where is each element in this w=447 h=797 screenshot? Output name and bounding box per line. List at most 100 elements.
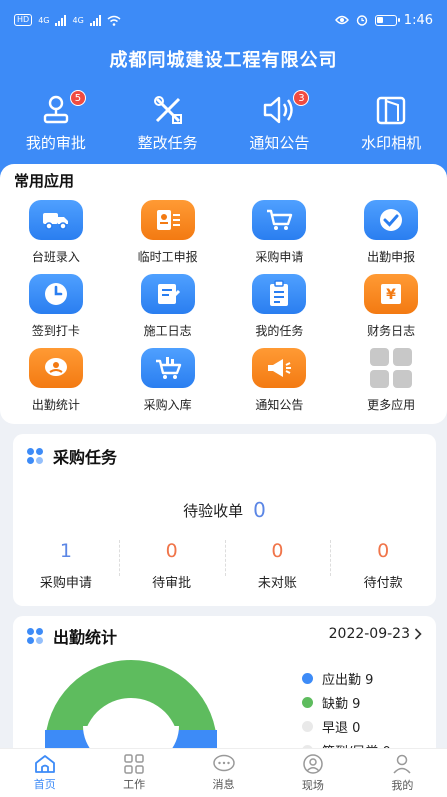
purchase-tasks-title: 采购任务	[53, 448, 118, 467]
signal-label-1: 4G	[38, 15, 50, 25]
signal-label-2: 4G	[72, 15, 84, 25]
legend-dot	[302, 672, 313, 684]
app-label: 出勤申报	[367, 250, 416, 264]
app-temp-worker[interactable]: 临时工申报	[112, 200, 224, 274]
megaphone-icon	[252, 348, 307, 388]
purchase-tasks-header: 采购任务	[27, 444, 117, 468]
app-notice[interactable]: 通知公告	[224, 348, 336, 422]
app-label: 采购入库	[143, 398, 192, 412]
app-purchase-request[interactable]: 采购申请	[224, 200, 336, 274]
app-label: 采购申请	[255, 250, 304, 264]
tab-label: 首页	[33, 778, 56, 791]
app-construction-log[interactable]: 施工日志	[112, 274, 224, 348]
clock-icon	[28, 274, 83, 314]
pending-value: 0	[253, 498, 266, 522]
quick-action-notice[interactable]: 3 通知公告	[224, 90, 336, 153]
attendance-title: 出勤统计	[53, 628, 118, 647]
grid-icon	[124, 754, 144, 774]
apps-grid: 台班录入 临时工申报 采购申请 出勤申报 签到打卡 施工日志 我的任务 ¥ 财务…	[0, 200, 447, 422]
signal-icon-2	[89, 14, 101, 26]
app-more[interactable]: 更多应用	[335, 348, 447, 422]
home-icon	[34, 755, 55, 773]
tab-label: 我的	[391, 779, 414, 792]
common-apps-panel: 常用应用 台班录入 临时工申报 采购申请 出勤申报 签到打卡 施工日志 我的任务…	[0, 164, 447, 424]
quick-action-label: 水印相机	[361, 134, 422, 152]
stat-pending-payment[interactable]: 0 待付款	[330, 540, 436, 591]
task-list-icon	[252, 274, 307, 314]
stat-purchase-request[interactable]: 1 采购申请	[13, 540, 119, 591]
app-attendance-stats[interactable]: 出勤统计	[0, 348, 112, 422]
company-name: 成都同城建设工程有限公司	[109, 50, 338, 71]
quick-action-rectification[interactable]: 整改任务	[112, 92, 224, 153]
person-stamp-icon	[43, 95, 69, 124]
app-shift-entry[interactable]: 台班录入	[0, 200, 112, 274]
app-label: 出勤统计	[31, 398, 80, 412]
stat-label: 未对账	[257, 576, 297, 591]
approval-badge: 5	[69, 90, 86, 106]
app-purchase-stock[interactable]: 采购入库	[112, 348, 224, 422]
stat-value: 0	[165, 540, 178, 562]
app-attendance-report[interactable]: 出勤申报	[335, 200, 447, 274]
purchase-stats: 1 采购申请 0 待审批 0 未对账 0 待付款	[13, 540, 436, 591]
signal-icon	[55, 14, 67, 26]
date-selector[interactable]: 2022-09-23	[329, 626, 422, 642]
purchase-tasks-card: 采购任务 待验收单 0 1 采购申请 0 待审批 0 未对账 0 待付款	[13, 434, 436, 606]
tab-label: 现场	[301, 779, 324, 792]
stat-label: 采购申请	[39, 576, 92, 591]
app-label: 临时工申报	[137, 250, 198, 264]
stat-value: 0	[377, 540, 390, 562]
stat-pending-approval[interactable]: 0 待审批	[118, 540, 225, 591]
legend-item: 缺勤 9	[302, 690, 391, 714]
legend-item: 早退 0	[302, 714, 391, 738]
legend-label: 缺勤 9	[322, 696, 361, 712]
quick-actions: 5 我的审批 整改任务 3 通知公告 水印相机	[0, 90, 447, 153]
notice-badge: 3	[293, 90, 310, 106]
truck-icon	[28, 200, 83, 240]
bottom-tab-bar: 首页 工作 消息 现场 我的	[0, 748, 447, 797]
app-label: 施工日志	[143, 324, 192, 338]
status-bar: HD 4G 4G 1:46	[0, 0, 447, 40]
network-badge: HD	[14, 14, 33, 26]
quick-action-approval[interactable]: 5 我的审批	[0, 90, 112, 153]
wifi-icon	[107, 15, 121, 26]
attendance-date: 2022-09-23	[328, 626, 410, 642]
finance-icon: ¥	[364, 274, 419, 314]
user-icon	[393, 754, 411, 774]
location-icon	[303, 754, 323, 774]
stat-unreconciled[interactable]: 0 未对账	[224, 540, 331, 591]
pending-label: 待验收单	[183, 502, 244, 520]
attendance-card: 出勤统计 2022-09-23 应出勤 9 缺勤 9 早退 0 签到/异常 0	[13, 616, 436, 766]
tab-label: 消息	[212, 778, 235, 791]
app-label: 我的任务	[255, 324, 304, 338]
quick-action-label: 整改任务	[137, 134, 198, 152]
quick-action-label: 我的审批	[25, 134, 86, 152]
check-icon	[364, 200, 419, 240]
svg-text:¥: ¥	[386, 287, 396, 303]
tab-work[interactable]: 工作	[89, 749, 178, 797]
speaker-icon	[264, 96, 294, 124]
tab-home[interactable]: 首页	[0, 749, 89, 797]
clock-time: 1:46	[403, 12, 433, 28]
legend-label: 早退 0	[322, 720, 361, 736]
app-label: 签到打卡	[31, 324, 80, 338]
stat-value: 0	[271, 540, 284, 562]
legend-label: 应出勤 9	[322, 672, 374, 688]
app-finance-log[interactable]: ¥ 财务日志	[335, 274, 447, 348]
app-label: 通知公告	[255, 398, 304, 412]
app-my-tasks[interactable]: 我的任务	[224, 274, 336, 348]
tab-label: 工作	[123, 778, 146, 791]
chevron-right-icon	[414, 628, 422, 640]
tab-site[interactable]: 现场	[268, 749, 357, 797]
legend-item: 应出勤 9	[302, 666, 391, 690]
quick-action-camera[interactable]: 水印相机	[335, 92, 447, 153]
legend-dot	[302, 696, 313, 708]
app-check-in[interactable]: 签到打卡	[0, 274, 112, 348]
alarm-icon	[356, 15, 367, 26]
pending-acceptance[interactable]: 待验收单 0	[13, 498, 436, 522]
book-camera-icon	[376, 96, 406, 125]
message-icon	[212, 754, 235, 772]
tab-me[interactable]: 我的	[358, 749, 447, 797]
app-label: 台班录入	[31, 250, 80, 264]
battery-icon	[374, 14, 400, 26]
tab-messages[interactable]: 消息	[179, 749, 268, 797]
